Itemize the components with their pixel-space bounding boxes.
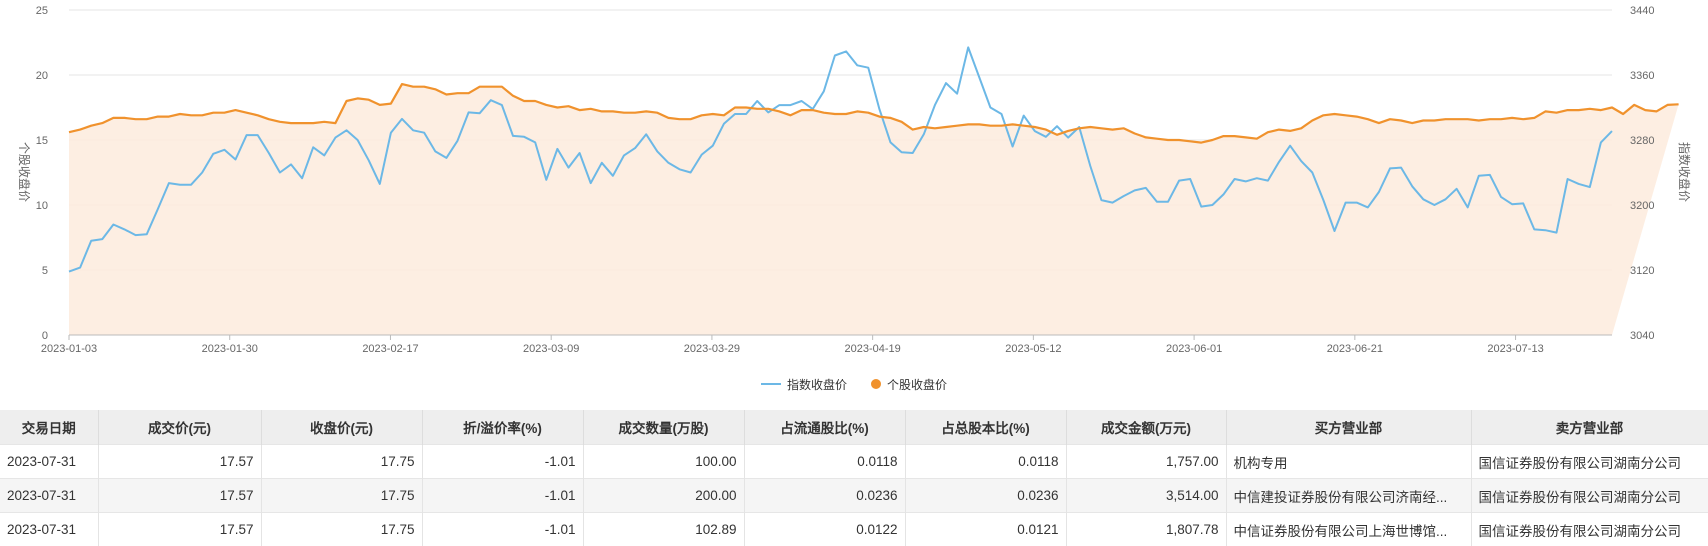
cell-close-price: 17.75 [261,444,423,479]
cell-seller[interactable]: 国信证券股份有限公司湖南分公司 [1471,512,1708,546]
header-float-ratio[interactable]: 占流通股比(%) [744,410,906,445]
cell-trade-price: 17.57 [98,444,262,479]
header-trade-price[interactable]: 成交价(元) [98,410,262,445]
x-tick-label: 2023-03-29 [684,343,740,355]
cell-premium-rate: -1.01 [422,478,584,513]
cell-close-price: 17.75 [261,512,423,546]
x-tick-label: 2023-02-17 [362,343,418,355]
left-tick-label: 15 [36,135,48,147]
x-tick-label: 2023-06-21 [1327,343,1383,355]
x-tick-label: 2023-01-30 [202,343,258,355]
header-trade-date[interactable]: 交易日期 [0,410,99,445]
cell-float-ratio: 0.0118 [744,444,906,479]
cell-trade-price: 17.57 [98,478,262,513]
cell-close-price: 17.75 [261,478,423,513]
cell-date: 2023-07-31 [0,444,99,479]
cell-premium-rate: -1.01 [422,444,584,479]
cell-amount: 1,757.00 [1066,444,1227,479]
block-trade-table: 交易日期 成交价(元) 收盘价(元) 折/溢价率(%) 成交数量(万股) 占流通… [0,410,1708,546]
right-tick-label: 3360 [1630,70,1654,82]
cell-total-ratio: 0.0236 [905,478,1067,513]
left-tick-label: 0 [42,330,48,342]
right-axis-title: 指数收盘价 [1677,142,1692,202]
cell-float-ratio: 0.0236 [744,478,906,513]
left-tick-label: 25 [36,5,48,17]
table-row: 2023-07-31 17.57 17.75 -1.01 200.00 0.02… [0,478,1708,513]
cell-seller[interactable]: 国信证券股份有限公司湖南分公司 [1471,444,1708,479]
cell-trade-price: 17.57 [98,512,262,546]
x-tick-label: 2023-04-19 [845,343,901,355]
header-volume[interactable]: 成交数量(万股) [583,410,745,445]
header-premium-rate[interactable]: 折/溢价率(%) [422,410,584,445]
cell-amount: 1,807.78 [1066,512,1227,546]
left-axis-ticks: 0 5 10 15 20 25 [36,5,48,342]
right-tick-label: 3280 [1630,135,1654,147]
right-tick-label: 3200 [1630,200,1654,212]
chart-area: 0 5 10 15 20 25 3040 3120 3200 3280 3360 3440 2023… [0,0,1708,410]
left-tick-label: 10 [36,200,48,212]
x-tick-label: 2023-07-13 [1487,343,1543,355]
header-amount[interactable]: 成交金额(万元) [1066,410,1227,445]
dual-axis-line-chart: 0 5 10 15 20 25 3040 3120 3200 3280 3360 3440 2023… [17,5,1692,355]
right-tick-label: 3440 [1630,5,1654,17]
x-tick-label: 2023-06-01 [1166,343,1222,355]
cell-volume: 100.00 [583,444,745,479]
cell-volume: 200.00 [583,478,745,513]
table-header-row: 交易日期 成交价(元) 收盘价(元) 折/溢价率(%) 成交数量(万股) 占流通… [0,410,1708,445]
table-row: 2023-07-31 17.57 17.75 -1.01 102.89 0.01… [0,512,1708,546]
header-close-price[interactable]: 收盘价(元) [261,410,423,445]
chart-legend: 指数收盘价 个股收盘价 [0,374,1708,394]
right-tick-label: 3040 [1630,330,1654,342]
x-axis-ticks: 2023-01-03 2023-01-30 2023-02-17 2023-03-09… [41,335,1544,355]
header-total-ratio[interactable]: 占总股本比(%) [905,410,1067,445]
left-tick-label: 5 [42,265,48,277]
x-tick-label: 2023-03-09 [523,343,579,355]
cell-date: 2023-07-31 [0,478,99,513]
cell-float-ratio: 0.0122 [744,512,906,546]
legend-item-index[interactable]: 指数收盘价 [760,376,847,393]
cell-seller[interactable]: 国信证券股份有限公司湖南分公司 [1471,478,1708,513]
legend-line-swatch [760,383,781,385]
cell-premium-rate: -1.01 [422,512,584,546]
cell-buyer[interactable]: 中信建投证券股份有限公司济南经... [1226,478,1472,513]
legend-item-stock[interactable]: 个股收盘价 [871,376,947,393]
left-tick-label: 20 [36,70,48,82]
header-seller[interactable]: 卖方营业部 [1471,410,1708,445]
right-tick-label: 3120 [1630,265,1654,277]
left-axis-title: 个股收盘价 [17,142,32,202]
x-tick-label: 2023-01-03 [41,343,97,355]
cell-total-ratio: 0.0118 [905,444,1067,479]
legend-label-index: 指数收盘价 [786,377,847,392]
stock-area-fill [69,84,1679,335]
x-tick-label: 2023-05-12 [1005,343,1061,355]
cell-buyer[interactable]: 中信证券股份有限公司上海世博馆... [1226,512,1472,546]
table-row: 2023-07-31 17.57 17.75 -1.01 100.00 0.01… [0,444,1708,479]
cell-buyer[interactable]: 机构专用 [1226,444,1472,479]
cell-total-ratio: 0.0121 [905,512,1067,546]
legend-label-stock: 个股收盘价 [887,377,948,392]
legend-dot-swatch [871,379,881,389]
stock-area-layer [69,84,1679,335]
header-buyer[interactable]: 买方营业部 [1226,410,1472,445]
cell-volume: 102.89 [583,512,745,546]
cell-amount: 3,514.00 [1066,478,1227,513]
cell-date: 2023-07-31 [0,512,99,546]
